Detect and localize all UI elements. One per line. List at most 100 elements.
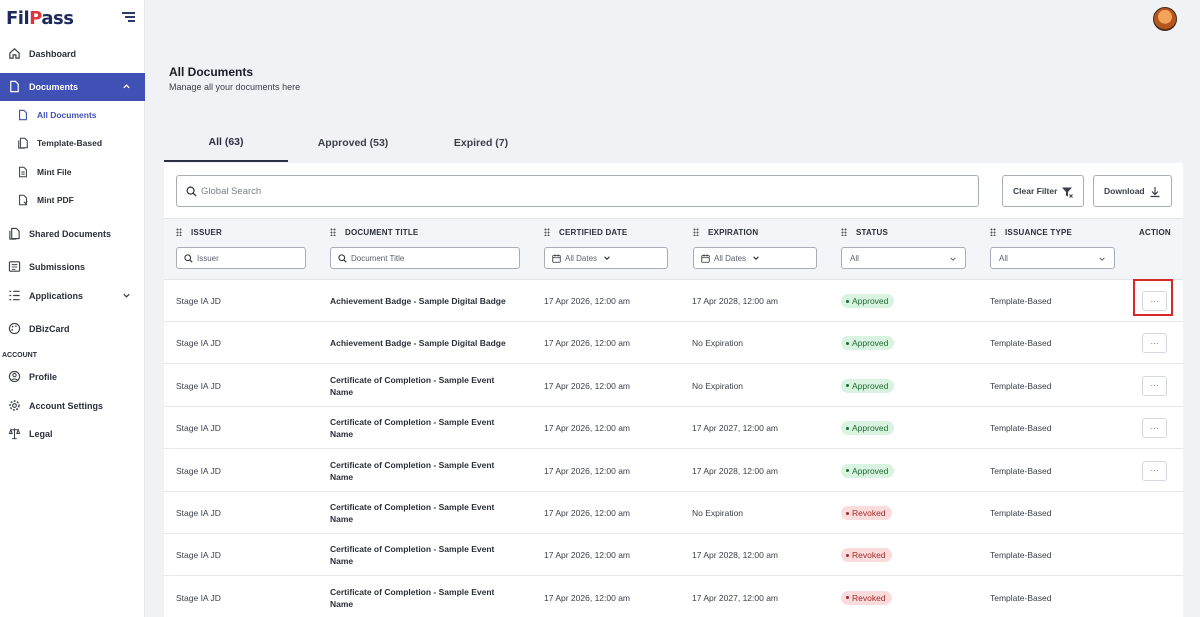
chevron-up-icon[interactable]: [122, 82, 131, 91]
row-actions-button[interactable]: ···: [1142, 460, 1167, 481]
table-row[interactable]: Stage IA JD Certificate of Completion - S…: [164, 492, 1183, 534]
issuer-filter-input[interactable]: Issuer: [176, 247, 306, 269]
expiration-cell: 17 Apr 2028, 12:00 am: [692, 465, 779, 476]
sub-mint-file[interactable]: Mint File: [0, 160, 145, 184]
sub-mint-pdf[interactable]: Mint PDF: [0, 188, 145, 212]
table-row[interactable]: Stage IA JD Achievement Badge - Sample Di…: [164, 280, 1183, 322]
expiration-cell: No Expiration: [692, 380, 744, 391]
issuance-type-cell: Template-Based: [990, 338, 1052, 349]
issuance-type-cell: Template-Based: [990, 380, 1052, 391]
column-header-expiration[interactable]: EXPIRATION: [693, 228, 758, 237]
issuer-cell: Stage IA JD: [176, 592, 221, 603]
status-cell: Approved: [841, 322, 895, 364]
filpass-logo[interactable]: FilPass: [6, 8, 74, 29]
gear-icon: [9, 400, 20, 411]
status-dot-icon: [846, 384, 849, 388]
drag-handle-icon[interactable]: [841, 228, 847, 236]
table-row[interactable]: Stage IA JD Certificate of Completion - S…: [164, 364, 1183, 407]
expiration-cell: 17 Apr 2028, 12:00 am: [692, 296, 779, 306]
drag-handle-icon[interactable]: [176, 228, 182, 236]
issuance-type-cell: Template-Based: [990, 423, 1052, 434]
home-icon: [9, 48, 20, 59]
table-header: ISSUER DOCUMENT TITLE CERTIFIED DATE EXP…: [164, 218, 1183, 280]
tab-approved[interactable]: Approved (53): [291, 124, 415, 162]
column-header-issuer[interactable]: ISSUER: [176, 228, 222, 237]
chevron-down-icon[interactable]: [122, 291, 131, 300]
document-icon: [10, 80, 19, 93]
status-dot-icon: [846, 596, 849, 600]
table-row[interactable]: Stage IA JD Certificate of Completion - S…: [164, 449, 1183, 492]
document-title-cell[interactable]: Certificate of Completion - Sample Event…: [330, 492, 515, 534]
table-row[interactable]: Stage IA JD Achievement Badge - Sample Di…: [164, 322, 1183, 365]
status-dot-icon: [846, 426, 849, 430]
document-title-cell[interactable]: Certificate of Completion - Sample Event…: [330, 577, 515, 617]
status-badge: Approved: [841, 294, 895, 308]
shared-documents-icon: [9, 227, 20, 240]
certified-date-cell: 17 Apr 2026, 12:00 am: [544, 380, 631, 391]
sub-template-based[interactable]: Template-Based: [0, 131, 145, 155]
document-title-cell[interactable]: Certificate of Completion - Sample Event…: [330, 450, 515, 492]
sub-all-documents[interactable]: All Documents: [0, 103, 145, 127]
status-dot-icon: [846, 511, 849, 515]
drag-handle-icon[interactable]: [544, 228, 550, 236]
status-badge: Approved: [841, 336, 895, 351]
nav-shared-documents[interactable]: Shared Documents: [0, 220, 145, 248]
document-title-cell[interactable]: Certificate of Completion - Sample Event…: [330, 365, 515, 407]
menu-toggle-icon[interactable]: [122, 12, 135, 23]
applications-icon: [9, 290, 20, 301]
column-header-status[interactable]: STATUS: [841, 228, 888, 237]
column-header-certified-date[interactable]: CERTIFIED DATE: [544, 228, 627, 237]
issuance-type-filter-select[interactable]: All: [990, 247, 1115, 269]
nav-legal[interactable]: Legal: [0, 420, 145, 448]
issuer-cell: Stage IA JD: [176, 508, 221, 518]
document-title-cell[interactable]: Certificate of Completion - Sample Event…: [330, 534, 515, 576]
nav-profile[interactable]: Profile: [0, 363, 145, 391]
document-title-cell[interactable]: Achievement Badge - Sample Digital Badge: [330, 280, 515, 322]
certified-date-cell: 17 Apr 2026, 12:00 am: [544, 508, 631, 518]
calendar-icon: [552, 254, 561, 263]
drag-handle-icon[interactable]: [330, 228, 336, 236]
nav-documents[interactable]: Documents: [0, 73, 145, 101]
table-row[interactable]: Stage IA JD Certificate of Completion - S…: [164, 407, 1183, 450]
nav-account-settings[interactable]: Account Settings: [0, 392, 145, 420]
document-title-cell[interactable]: Achievement Badge - Sample Digital Badge: [330, 322, 515, 364]
table-row[interactable]: Stage IA JD Certificate of Completion - S…: [164, 576, 1183, 617]
clear-filter-button[interactable]: Clear Filter: [1002, 175, 1084, 207]
chevron-down-icon: [604, 256, 610, 260]
file-icon: [19, 166, 27, 178]
search-icon: [338, 254, 347, 263]
palette-icon: [8, 322, 21, 335]
nav-applications[interactable]: Applications: [0, 282, 145, 310]
column-header-issuance-type[interactable]: ISSUANCE TYPE: [990, 228, 1072, 237]
certified-date-cell: 17 Apr 2026, 12:00 am: [544, 296, 631, 306]
drag-handle-icon[interactable]: [693, 228, 699, 236]
document-title-filter-input[interactable]: Document Title: [330, 247, 520, 269]
drag-handle-icon[interactable]: [990, 228, 996, 236]
download-button[interactable]: Download: [1093, 175, 1172, 207]
nav-submissions[interactable]: Submissions: [0, 253, 145, 281]
status-filter-select[interactable]: All: [841, 247, 966, 269]
certified-date-cell: 17 Apr 2026, 12:00 am: [544, 465, 631, 476]
nav-dbizcard[interactable]: DBizCard: [0, 315, 145, 343]
tab-all[interactable]: All (63): [164, 124, 288, 162]
global-search-input[interactable]: Global Search: [176, 175, 979, 207]
nav-dashboard[interactable]: Dashboard: [0, 40, 145, 68]
certified-date-cell: 17 Apr 2026, 12:00 am: [544, 550, 631, 561]
row-actions-button[interactable]: ···: [1142, 375, 1167, 396]
table-row[interactable]: Stage IA JD Certificate of Completion - S…: [164, 534, 1183, 577]
issuance-type-cell: Template-Based: [990, 296, 1052, 306]
certified-date-filter[interactable]: All Dates: [544, 247, 668, 269]
avatar[interactable]: [1153, 7, 1177, 31]
scales-icon: [8, 428, 21, 440]
row-actions-button[interactable]: ···: [1142, 418, 1167, 439]
expiration-filter[interactable]: All Dates: [693, 247, 817, 269]
status-dot-icon: [846, 469, 849, 473]
nav-label: Dashboard: [29, 49, 77, 59]
chevron-down-icon: [753, 256, 759, 260]
document-title-cell[interactable]: Certificate of Completion - Sample Event…: [330, 407, 515, 449]
tab-expired[interactable]: Expired (7): [419, 124, 543, 162]
column-header-document-title[interactable]: DOCUMENT TITLE: [330, 228, 418, 237]
issuance-type-cell: Template-Based: [990, 508, 1052, 518]
row-actions-button[interactable]: ···: [1142, 333, 1167, 354]
template-icon: [18, 137, 28, 149]
